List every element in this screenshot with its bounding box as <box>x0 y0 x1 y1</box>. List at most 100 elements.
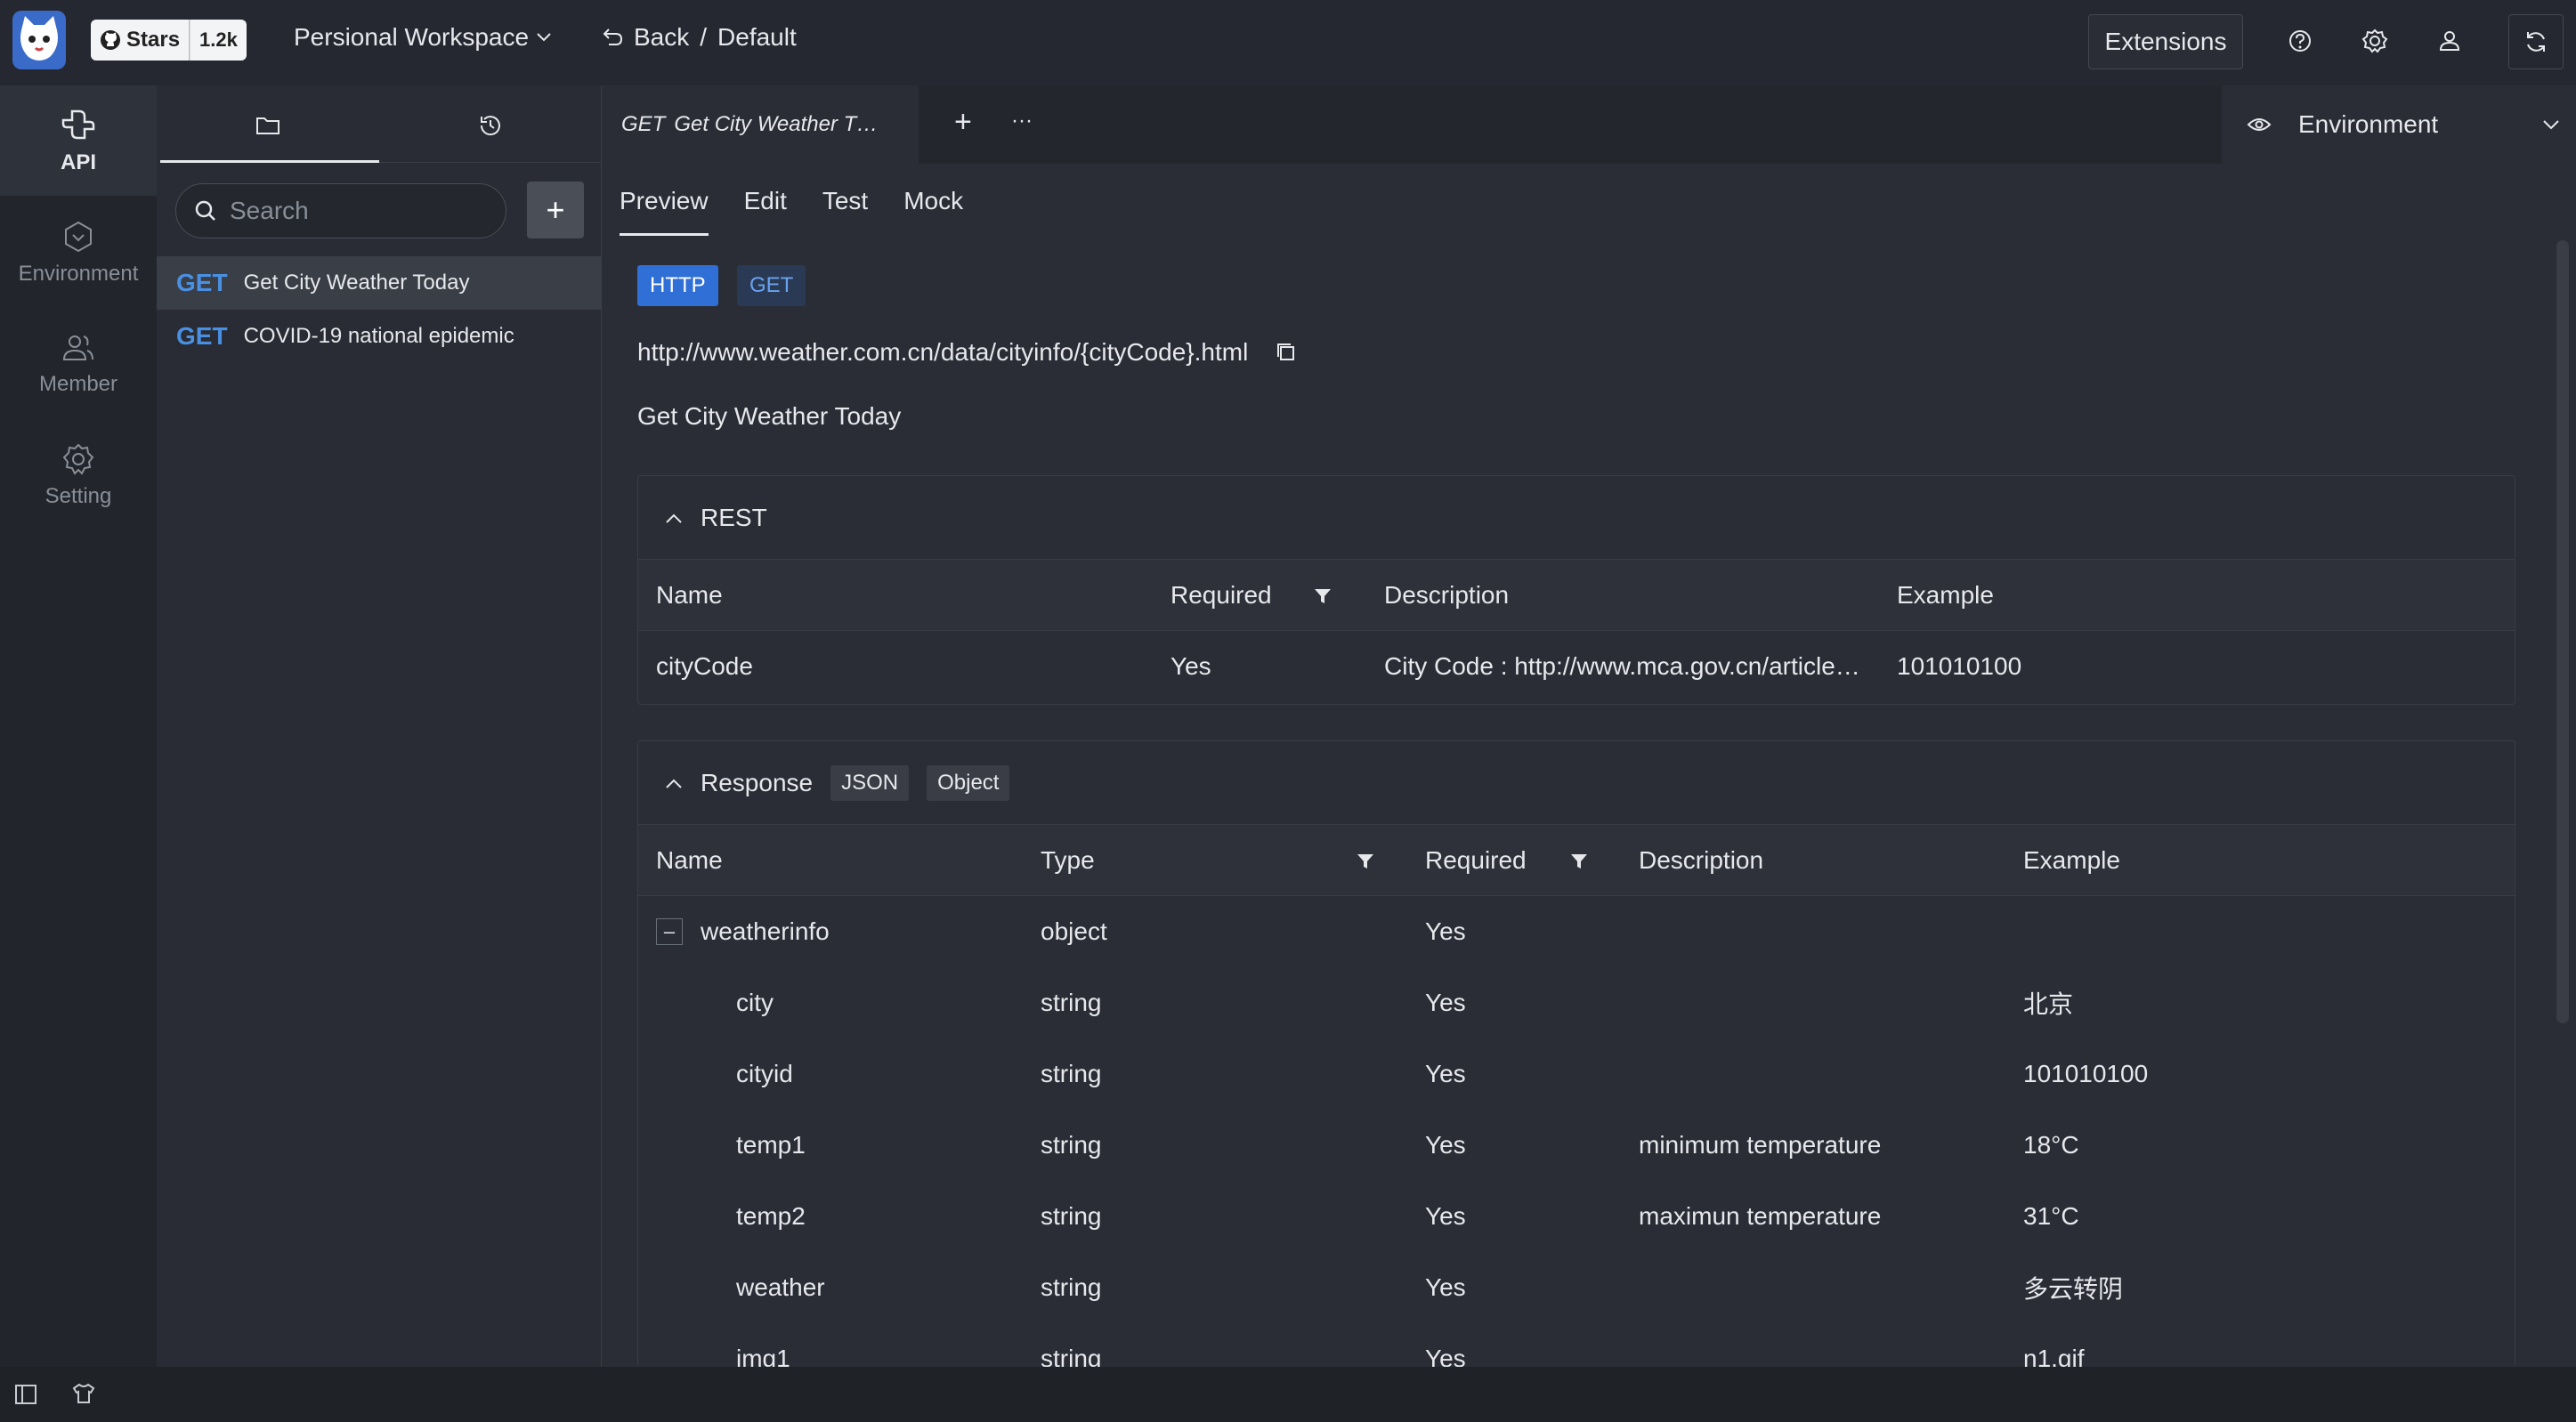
filter-icon[interactable] <box>1356 825 1375 896</box>
nav-item-environment[interactable]: Environment <box>0 198 157 308</box>
breadcrumb: Back / Default <box>602 23 797 52</box>
tab-get-city-weather[interactable]: GET Get City Weather T… <box>602 85 919 164</box>
environment-label: Environment <box>2298 110 2439 138</box>
back-button[interactable]: Back <box>602 23 689 52</box>
add-tab-button[interactable]: + <box>954 105 972 140</box>
field-example: n1.gif <box>2023 1345 2085 1367</box>
shirt-icon[interactable] <box>71 1382 96 1410</box>
github-stars-count: 1.2k <box>190 20 247 61</box>
tab-test[interactable]: Test <box>822 187 868 236</box>
field-description: minimum temperature <box>1639 1131 1882 1159</box>
api-name: Get City Weather Today <box>243 271 470 295</box>
field-example: 北京 <box>2023 990 2074 1018</box>
rest-table-header: Name Required Description Example <box>638 560 2515 631</box>
member-icon <box>62 335 93 360</box>
nav-label-api: API <box>60 150 96 174</box>
table-row: temp1 string Yes minimum temperature 18°… <box>638 1110 2515 1181</box>
back-label: Back <box>634 23 690 51</box>
eye-icon <box>2247 118 2272 131</box>
back-arrow-icon <box>603 28 623 45</box>
field-description: maximun temperature <box>1639 1202 1882 1230</box>
tab-api-tree[interactable] <box>157 85 379 166</box>
search-input[interactable] <box>228 196 477 226</box>
api-list-item[interactable]: GET Get City Weather Today <box>157 256 602 310</box>
github-stars-label: Stars <box>91 20 190 61</box>
api-url: http://www.weather.com.cn/data/cityinfo/… <box>637 338 1249 366</box>
field-example: 101010100 <box>2023 1060 2149 1087</box>
api-url-line: http://www.weather.com.cn/data/cityinfo/… <box>637 338 1298 367</box>
field-type: string <box>1041 1345 1102 1367</box>
filter-icon[interactable] <box>1313 560 1333 631</box>
api-method: GET <box>176 322 228 350</box>
table-row: weather string Yes 多云转阴 <box>638 1252 2515 1323</box>
github-stars-text: Stars <box>126 28 181 52</box>
root-type-badge: Object <box>927 764 1010 801</box>
api-description: Get City Weather Today <box>637 402 902 430</box>
tab-history[interactable] <box>379 85 602 166</box>
extensions-button[interactable]: Extensions <box>2088 14 2243 69</box>
tab-preview[interactable]: Preview <box>620 187 709 236</box>
search-box[interactable] <box>175 183 506 238</box>
table-row: cityCode Yes City Code : http://www.mca.… <box>638 631 2515 702</box>
rest-header[interactable]: REST <box>638 476 2515 560</box>
chevron-down-icon <box>537 33 551 42</box>
field-required: Yes <box>1425 1202 1466 1230</box>
collapse-toggle[interactable]: – <box>656 896 683 967</box>
field-type: string <box>1041 1131 1102 1159</box>
field-name: weatherinfo <box>701 917 830 945</box>
format-badge: JSON <box>830 764 910 801</box>
param-required: Yes <box>1171 652 1211 680</box>
nav-label-member: Member <box>38 372 118 396</box>
breadcrumb-current[interactable]: Default <box>717 23 797 52</box>
field-example: 18°C <box>2023 1131 2079 1159</box>
col-name: Name <box>656 846 723 874</box>
param-example: 101010100 <box>1897 652 2022 680</box>
table-row: img1 string Yes n1.gif <box>638 1323 2515 1367</box>
copy-icon[interactable] <box>1275 341 1298 364</box>
environment-selector[interactable]: Environment <box>2222 85 2576 164</box>
active-tab-indicator <box>160 160 379 163</box>
help-icon[interactable] <box>2284 25 2316 57</box>
workspace-selector[interactable]: Persional Workspace <box>294 23 552 52</box>
field-type: string <box>1041 1060 1102 1087</box>
nav-item-api[interactable]: API <box>0 85 157 196</box>
tab-mock[interactable]: Mock <box>903 187 963 236</box>
field-type: string <box>1041 1202 1102 1230</box>
api-name: COVID-19 national epidemic <box>243 324 514 348</box>
filter-icon[interactable] <box>1569 825 1589 896</box>
field-name: city <box>736 989 774 1016</box>
user-icon[interactable] <box>2434 25 2466 57</box>
chevron-up-icon <box>666 513 682 523</box>
tab-title: Get City Weather T… <box>674 112 879 136</box>
response-header[interactable]: Response JSON Object <box>638 741 2515 825</box>
table-row: – weatherinfo object Yes <box>638 896 2515 967</box>
field-required: Yes <box>1425 917 1466 945</box>
table-row: temp2 string Yes maximun temperature 31°… <box>638 1181 2515 1252</box>
field-name: temp1 <box>736 1131 806 1159</box>
param-name: cityCode <box>656 652 753 680</box>
field-type: object <box>1041 917 1107 945</box>
gear-icon[interactable] <box>2359 25 2391 57</box>
field-required: Yes <box>1425 1273 1466 1301</box>
refresh-icon <box>2527 32 2545 52</box>
add-api-button[interactable]: + <box>527 182 584 238</box>
field-required: Yes <box>1425 989 1466 1016</box>
api-list-item[interactable]: GET COVID-19 national epidemic <box>157 310 602 363</box>
nav-item-member[interactable]: Member <box>0 308 157 418</box>
tab-more-button[interactable]: ··· <box>1011 109 1033 133</box>
col-name: Name <box>656 581 723 609</box>
field-required: Yes <box>1425 1131 1466 1159</box>
github-stars-badge[interactable]: Stars 1.2k <box>91 20 247 61</box>
setting-icon <box>62 443 94 475</box>
col-example: Example <box>1897 581 1994 609</box>
refresh-button[interactable] <box>2508 14 2564 69</box>
nav-label-setting: Setting <box>45 484 112 508</box>
status-bar <box>0 1367 2576 1422</box>
chevron-down-icon <box>2543 120 2559 130</box>
nav-item-setting[interactable]: Setting <box>0 420 157 530</box>
toggle-sidebar-icon[interactable] <box>14 1384 37 1410</box>
col-required: Required <box>1425 846 1527 874</box>
tab-edit[interactable]: Edit <box>744 187 787 236</box>
app-logo[interactable] <box>12 11 66 69</box>
content-scrollbar[interactable] <box>2556 240 2569 1023</box>
